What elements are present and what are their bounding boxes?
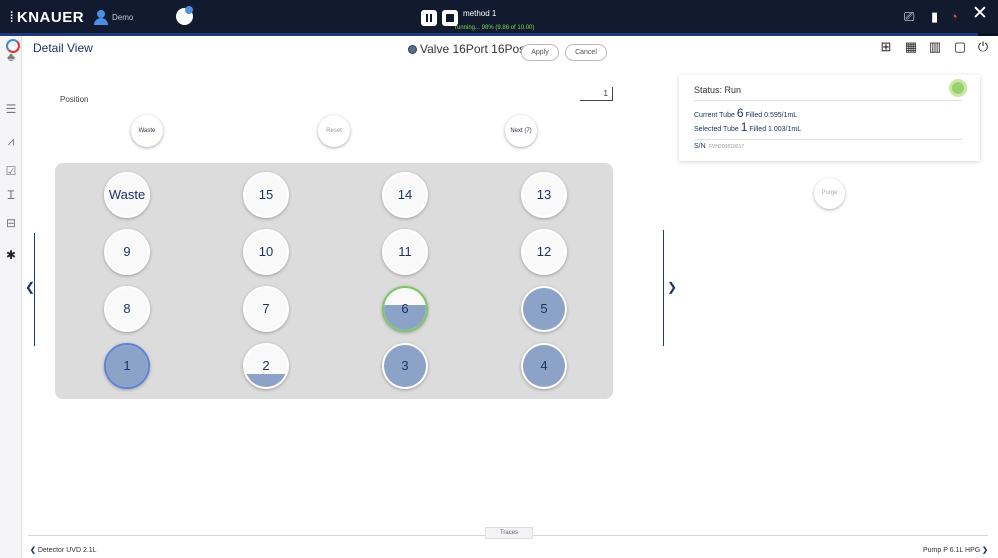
chevron-left-icon[interactable]: ❮ <box>25 280 35 294</box>
tube-label: 2 <box>262 358 270 373</box>
traces-label: Traces <box>499 530 519 536</box>
brand-name: KNAUER <box>16 9 85 26</box>
tube-label: 5 <box>540 301 548 316</box>
chart-icon[interactable]: ⩘ <box>4 134 18 148</box>
tube-4[interactable]: 4 <box>521 343 567 389</box>
monitor-icon[interactable]: ⎚ <box>904 10 914 24</box>
next-device-label: Pump P 6.1L HPG <box>923 547 981 554</box>
next-button[interactable]: Next (7) <box>505 115 537 147</box>
right-divider <box>663 230 664 346</box>
prev-device-label: Detector UVD 2.1L <box>37 547 97 554</box>
serial-number-label: S/N <box>694 143 706 150</box>
tube-1[interactable]: 1 <box>104 343 150 389</box>
sidebar: ♣ ☰ ⩘ ☑ Ɪ ⊟ ✱ <box>0 36 22 558</box>
cancel-button[interactable]: Cancel <box>565 44 607 61</box>
tube-label: 8 <box>123 301 131 316</box>
tube-label: 1 <box>123 358 131 373</box>
apply-button[interactable]: Apply <box>521 44 559 61</box>
prev-device-link[interactable]: ❮ Detector UVD 2.1L <box>30 546 97 554</box>
selected-tube-fill: Filled 1.003/1mL <box>749 126 802 133</box>
traces-tab[interactable]: Traces <box>485 527 533 539</box>
tube-14[interactable]: 14 <box>382 172 428 218</box>
page-title: Detail View <box>33 41 93 55</box>
divider <box>694 100 962 101</box>
position-input[interactable]: 1 <box>580 87 613 101</box>
power-icon[interactable]: ⏻ <box>975 39 991 55</box>
chevron-right-icon[interactable]: ❯ <box>667 280 677 294</box>
connection-icon[interactable] <box>176 6 193 25</box>
method-icon[interactable]: ☰ <box>4 102 18 116</box>
reset-button[interactable]: Reset <box>318 115 350 147</box>
tube-label: 3 <box>401 358 409 373</box>
tube-label: Waste <box>108 187 146 202</box>
tube-15[interactable]: 15 <box>243 172 289 218</box>
tube-label: 12 <box>536 244 552 259</box>
tube-6[interactable]: 6 <box>382 286 428 332</box>
single-view-icon[interactable]: ▢ <box>952 39 968 55</box>
power-status-icon[interactable]: ◔ <box>950 10 958 24</box>
report-icon[interactable]: ⊟ <box>4 216 18 230</box>
close-icon[interactable]: ✕ <box>972 4 988 23</box>
stop-button[interactable] <box>442 10 458 26</box>
device-icon[interactable]: ▮ <box>931 10 938 24</box>
user-icon[interactable] <box>94 10 108 25</box>
tube-label: 4 <box>540 358 548 373</box>
waste-button[interactable]: Waste <box>131 115 163 147</box>
columns-view-icon[interactable]: ▥ <box>927 39 943 55</box>
tube-5[interactable]: 5 <box>521 286 567 332</box>
method-name: method 1 <box>463 9 497 18</box>
tube-12[interactable]: 12 <box>521 229 567 275</box>
tube-9[interactable]: 9 <box>104 229 150 275</box>
divider <box>694 139 962 140</box>
status-panel: Status: Run Current Tube 6 Filled 0.595/… <box>679 75 980 161</box>
checklist-icon[interactable]: ☑ <box>4 164 18 178</box>
settings-gear-icon[interactable]: ✱ <box>4 248 18 262</box>
progress-text: running... 98% (9.86 of 10.00) <box>455 25 535 31</box>
run-progress-bar <box>0 33 998 36</box>
grid-view-icon[interactable]: ▦ <box>903 39 919 55</box>
selected-tube-label: Selected Tube <box>694 126 739 133</box>
selected-tube-info: Selected Tube 1 Filled 1.003/1mL <box>694 120 801 134</box>
tube-2[interactable]: 2 <box>243 343 289 389</box>
tube-10[interactable]: 10 <box>243 229 289 275</box>
current-tube-number: 6 <box>736 106 744 120</box>
selected-tube-number: 1 <box>740 120 748 134</box>
user-name: Demo <box>112 13 134 22</box>
current-tube-label: Current Tube <box>694 112 735 119</box>
add-window-icon[interactable]: ⊞ <box>878 39 894 55</box>
position-label: Position <box>60 95 89 104</box>
tube-label: 10 <box>258 244 274 259</box>
status-led-icon <box>949 79 967 97</box>
tube-3[interactable]: 3 <box>382 343 428 389</box>
detail-view-icon <box>6 39 20 53</box>
tube-label: 11 <box>398 244 412 259</box>
pause-button[interactable] <box>421 10 437 26</box>
top-bar: ⦙ KNAUER Demo method 1 running... 98% (9.… <box>0 0 998 36</box>
tube-label: 15 <box>258 187 274 202</box>
valve-name: Valve 16Port 16Pos <box>420 42 526 56</box>
tube-8[interactable]: 8 <box>104 286 150 332</box>
tube-waste[interactable]: Waste <box>104 172 150 218</box>
current-tube-fill: Filled 0.595/1mL <box>745 112 798 119</box>
tube-label: 9 <box>123 244 131 259</box>
tube-label: 14 <box>397 187 413 202</box>
tube-13[interactable]: 13 <box>521 172 567 218</box>
valve-status-icon <box>408 45 417 54</box>
probe-icon[interactable]: Ɪ <box>4 188 18 202</box>
knauer-logo: ⦙ KNAUER <box>10 9 85 26</box>
serial-number-value: FVH200810017 <box>709 144 745 150</box>
tube-7[interactable]: 7 <box>243 286 289 332</box>
status-label: Status: Run <box>694 85 742 95</box>
current-tube-info: Current Tube 6 Filled 0.595/1mL <box>694 106 797 120</box>
tube-11[interactable]: 11 <box>382 229 428 275</box>
tube-label: 13 <box>536 187 552 202</box>
tube-label: 6 <box>401 301 409 316</box>
next-device-link[interactable]: Pump P 6.1L HPG ❯ <box>923 546 988 554</box>
chevron-right-icon: ❯ <box>982 547 989 554</box>
purge-button[interactable]: Purge <box>814 178 845 209</box>
tube-label: 7 <box>262 301 270 316</box>
chevron-left-icon: ❮ <box>30 547 36 554</box>
